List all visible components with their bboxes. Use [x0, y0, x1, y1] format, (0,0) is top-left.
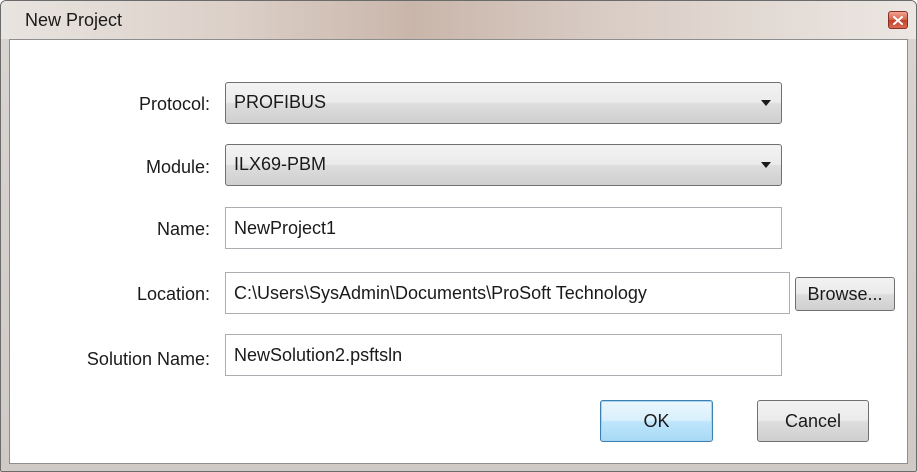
module-dropdown[interactable]: ILX69-PBM [225, 144, 782, 186]
location-input[interactable] [226, 273, 789, 313]
title-bar[interactable]: New Project [1, 1, 916, 39]
new-project-dialog: New Project Protocol: PROFIBUS Module: I… [0, 0, 917, 472]
location-label: Location: [136, 284, 210, 304]
browse-button[interactable]: Browse... [795, 277, 895, 311]
module-selected-value: ILX69-PBM [234, 154, 327, 174]
chevron-down-icon [761, 162, 771, 168]
name-field-box [225, 207, 782, 249]
name-label: Name: [156, 219, 210, 239]
chevron-down-icon [761, 100, 771, 106]
solution-name-field-box [225, 334, 782, 376]
solution-name-input[interactable] [226, 335, 781, 375]
name-input[interactable] [226, 208, 781, 248]
cancel-button[interactable]: Cancel [757, 400, 869, 442]
protocol-dropdown[interactable]: PROFIBUS [225, 82, 782, 124]
ok-button[interactable]: OK [600, 400, 713, 442]
protocol-label: Protocol: [138, 94, 210, 114]
module-label: Module: [145, 157, 210, 177]
location-field-box [225, 272, 790, 314]
close-button[interactable] [888, 11, 908, 29]
close-icon [893, 15, 903, 25]
solution-name-label: Solution Name: [86, 349, 210, 369]
protocol-selected-value: PROFIBUS [234, 92, 327, 112]
window-title: New Project [25, 10, 123, 30]
dialog-body: Protocol: PROFIBUS Module: ILX69-PBM Nam… [9, 39, 908, 464]
